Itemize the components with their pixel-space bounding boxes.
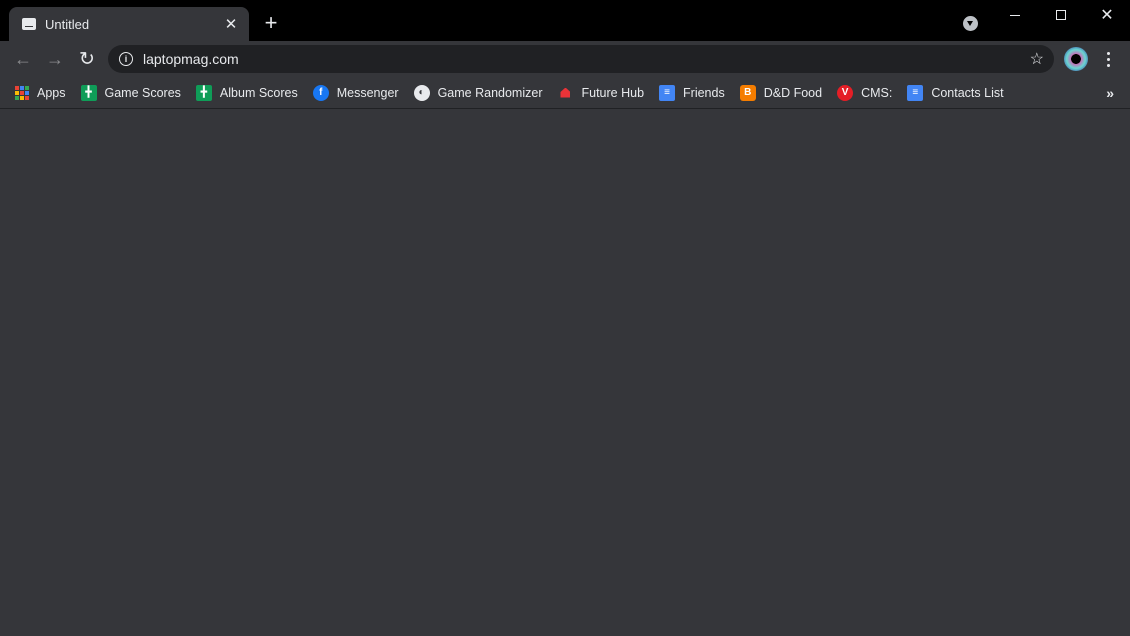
- bookmark-label: Game Scores: [104, 85, 181, 100]
- close-window-button[interactable]: ✕: [1084, 0, 1130, 30]
- title-bar: Untitled ✕ + ✕: [0, 0, 1130, 41]
- minimize-icon: [1010, 14, 1020, 16]
- bookmark-contacts-list[interactable]: ≡ Contacts List: [907, 84, 1004, 101]
- globe-icon: ◐: [413, 84, 430, 101]
- new-tab-button[interactable]: +: [260, 12, 282, 34]
- page-content: [0, 110, 1130, 636]
- toolbar: ← → ↻ i laptopmag.com ☆: [0, 41, 1130, 77]
- bookmark-album-scores[interactable]: Album Scores: [195, 84, 298, 101]
- tab-search-icon[interactable]: [963, 16, 978, 31]
- bookmark-label: Messenger: [336, 85, 399, 100]
- vivaldi-v-icon: V: [837, 84, 854, 101]
- bookmark-label: D&D Food: [763, 85, 823, 100]
- tab-title: Untitled: [45, 16, 90, 32]
- google-docs-icon: ≡: [907, 84, 924, 101]
- google-docs-icon: ≡: [659, 84, 676, 101]
- facebook-icon: f: [312, 84, 329, 101]
- tab-close-icon[interactable]: ✕: [223, 15, 239, 33]
- bookmark-dnd-food[interactable]: B D&D Food: [739, 84, 823, 101]
- bookmark-star-icon[interactable]: ☆: [1030, 49, 1044, 69]
- bookmark-friends[interactable]: ≡ Friends: [659, 84, 725, 101]
- forward-button[interactable]: →: [42, 46, 68, 72]
- bookmark-label: CMS:: [861, 85, 893, 100]
- minimize-button[interactable]: [992, 0, 1038, 30]
- browser-menu-icon[interactable]: [1100, 49, 1116, 69]
- google-sheets-icon: [80, 84, 97, 101]
- maximize-button[interactable]: [1038, 0, 1084, 30]
- bookmarks-bar: Apps Game Scores Album Scores f Messenge…: [0, 77, 1130, 109]
- bookmarks-overflow-chevron-icon[interactable]: »: [1106, 77, 1114, 109]
- bookmark-future-hub[interactable]: Future Hub: [557, 86, 644, 100]
- reload-button[interactable]: ↻: [74, 46, 100, 72]
- bookmark-messenger[interactable]: f Messenger: [312, 84, 399, 101]
- apps-grid-icon: [15, 85, 29, 100]
- sad-tab-favicon-icon: [22, 18, 36, 30]
- address-bar[interactable]: i laptopmag.com ☆: [108, 45, 1054, 73]
- bookmark-label: Contacts List: [931, 85, 1004, 100]
- url-text[interactable]: laptopmag.com: [143, 51, 1030, 67]
- google-sheets-icon: [195, 84, 212, 101]
- bookmark-label: Friends: [683, 85, 725, 100]
- back-button[interactable]: ←: [10, 46, 36, 72]
- bookmark-game-randomizer[interactable]: ◐ Game Randomizer: [413, 84, 543, 101]
- site-info-icon[interactable]: i: [119, 52, 133, 66]
- blogger-icon: B: [739, 84, 756, 101]
- bookmark-label: Game Randomizer: [437, 85, 543, 100]
- bookmark-label: Future Hub: [581, 85, 645, 100]
- future-hub-icon: [560, 87, 571, 98]
- maximize-icon: [1056, 10, 1066, 20]
- tab-untitled[interactable]: Untitled ✕: [9, 7, 249, 41]
- bookmark-game-scores[interactable]: Game Scores: [80, 84, 181, 101]
- bookmark-label: Album Scores: [219, 85, 298, 100]
- bookmark-cms[interactable]: V CMS:: [837, 84, 893, 101]
- profile-avatar[interactable]: [1064, 47, 1088, 71]
- bookmark-apps[interactable]: Apps: [15, 85, 66, 100]
- bookmark-label: Apps: [37, 85, 66, 100]
